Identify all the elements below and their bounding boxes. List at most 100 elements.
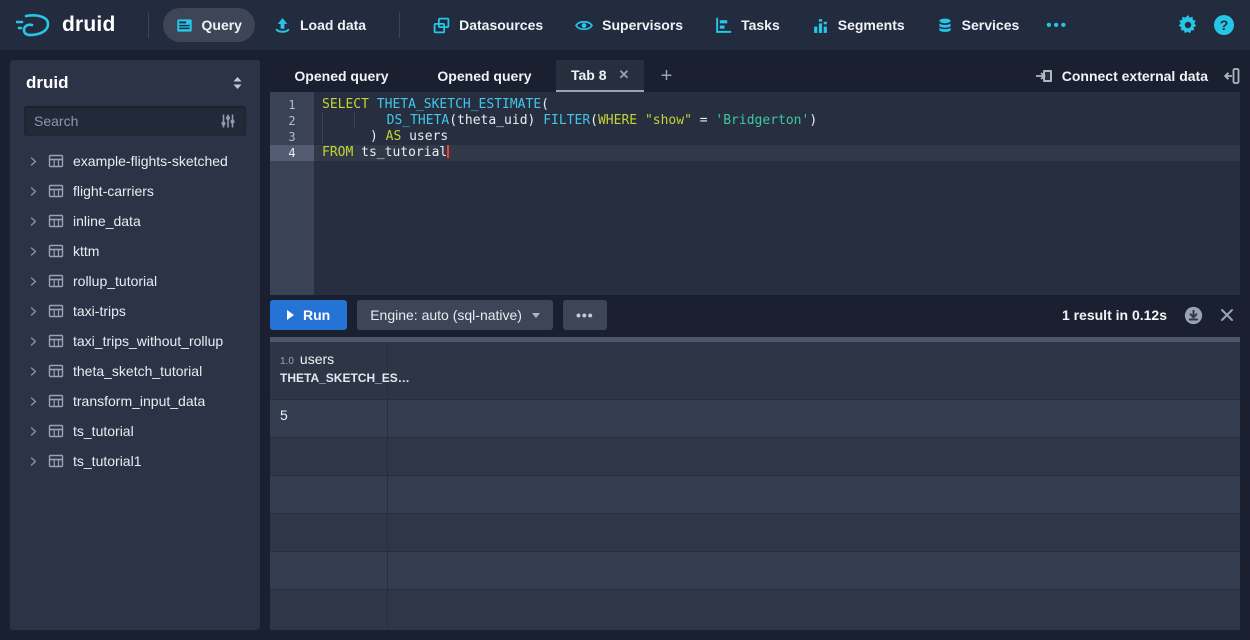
table-icon — [48, 183, 64, 199]
datasource-name: example-flights-sketched — [73, 153, 228, 169]
run-label: Run — [303, 307, 330, 323]
help-button[interactable]: ? — [1214, 15, 1234, 35]
line-number: 4 — [270, 145, 314, 161]
query-tab-bar: Opened queryOpened queryTab 8✕ + Connect… — [270, 60, 1240, 92]
nav-item-query[interactable]: Query — [163, 8, 255, 42]
result-cell-empty — [388, 590, 1240, 627]
result-cell-empty — [388, 552, 1240, 589]
result-row[interactable] — [270, 513, 1240, 551]
nav-item-tasks[interactable]: Tasks — [702, 8, 793, 42]
connect-external-data-button[interactable]: Connect external data — [1035, 68, 1208, 84]
table-icon — [48, 423, 64, 439]
nav-label: Segments — [838, 17, 905, 33]
tab-close-icon[interactable]: ✕ — [619, 67, 630, 83]
column-header-users[interactable]: 1.0 users THETA_SKETCH_ES… — [270, 342, 388, 399]
nav-label: Datasources — [459, 17, 543, 33]
nav-more-button[interactable]: ••• — [1038, 17, 1076, 34]
nav-label: Tasks — [741, 17, 780, 33]
results-body: 5 — [270, 399, 1240, 627]
engine-label: Engine: auto (sql-native) — [370, 307, 522, 323]
sidebar-item-transform_input_data[interactable]: transform_input_data — [10, 386, 260, 416]
tab-opened-query[interactable]: Opened query — [270, 60, 413, 92]
table-icon — [48, 243, 64, 259]
datasource-name: taxi-trips — [73, 303, 126, 319]
datasource-name: inline_data — [73, 213, 141, 229]
add-tab-button[interactable]: + — [644, 60, 688, 92]
double-caret-vertical-icon[interactable] — [231, 76, 244, 90]
sidebar-item-kttm[interactable]: kttm — [10, 236, 260, 266]
code-line[interactable]: FROM ts_tutorial — [314, 145, 1240, 161]
nav-item-datasources[interactable]: Datasources — [420, 8, 556, 42]
sidebar-item-flight-carriers[interactable]: flight-carriers — [10, 176, 260, 206]
engine-select-button[interactable]: Engine: auto (sql-native) — [357, 300, 553, 330]
sidebar-item-ts_tutorial1[interactable]: ts_tutorial1 — [10, 446, 260, 476]
code-line[interactable]: ) AS users — [314, 129, 1240, 145]
chevron-right-icon[interactable] — [28, 276, 39, 287]
result-cell-empty — [388, 438, 1240, 475]
datasource-name: ts_tutorial1 — [73, 453, 141, 469]
nav-item-supervisors[interactable]: Supervisors — [562, 8, 696, 42]
stack-icon — [433, 17, 450, 34]
result-cell-empty — [388, 514, 1240, 551]
sidebar-item-example-flights-sketched[interactable]: example-flights-sketched — [10, 146, 260, 176]
sidebar-item-ts_tutorial[interactable]: ts_tutorial — [10, 416, 260, 446]
result-row[interactable] — [270, 551, 1240, 589]
result-row[interactable] — [270, 437, 1240, 475]
result-cell: 5 — [270, 400, 388, 437]
chevron-right-icon[interactable] — [28, 216, 39, 227]
download-results-button[interactable] — [1184, 306, 1203, 325]
nav-item-load-data[interactable]: Load data — [261, 8, 379, 42]
column-type: THETA_SKETCH_ES… — [280, 371, 377, 385]
nav-item-services[interactable]: Services — [924, 8, 1033, 42]
nav-label: Load data — [300, 17, 366, 33]
query-more-button[interactable]: ••• — [563, 300, 607, 330]
tab-list: Opened queryOpened queryTab 8✕ — [270, 60, 644, 92]
chevron-right-icon[interactable] — [28, 426, 39, 437]
settings-gear-icon[interactable] — [1178, 15, 1198, 35]
result-row[interactable] — [270, 589, 1240, 627]
chevron-right-icon[interactable] — [28, 456, 39, 467]
chevron-right-icon[interactable] — [28, 306, 39, 317]
run-bar-right: 1 result in 0.12s — [1062, 306, 1240, 325]
chevron-right-icon[interactable] — [28, 336, 39, 347]
navbar-items: Query Load data Datasources — [163, 8, 1077, 42]
datasource-name: theta_sketch_tutorial — [73, 363, 202, 379]
tab-tab-8[interactable]: Tab 8✕ — [556, 60, 644, 92]
code-line[interactable]: SELECT THETA_SKETCH_ESTIMATE( — [314, 97, 1240, 113]
gantt-chart-icon — [715, 17, 732, 34]
tab-opened-query[interactable]: Opened query — [413, 60, 556, 92]
open-side-panel-button[interactable] — [1224, 67, 1240, 85]
sidebar-item-rollup_tutorial[interactable]: rollup_tutorial — [10, 266, 260, 296]
datasource-sidebar: druid example-flights-sketched flight-car… — [10, 60, 260, 630]
chevron-right-icon[interactable] — [28, 246, 39, 257]
chevron-right-icon[interactable] — [28, 186, 39, 197]
sidebar-item-inline_data[interactable]: inline_data — [10, 206, 260, 236]
close-results-button[interactable] — [1220, 308, 1234, 322]
chevron-right-icon[interactable] — [28, 396, 39, 407]
sidebar-item-taxi-trips[interactable]: taxi-trips — [10, 296, 260, 326]
datasource-name: ts_tutorial — [73, 423, 134, 439]
result-cell — [270, 590, 388, 627]
datasource-name: transform_input_data — [73, 393, 205, 409]
result-cell — [270, 552, 388, 589]
result-row[interactable]: 5 — [270, 399, 1240, 437]
sql-editor[interactable]: 1234 SELECT THETA_SKETCH_ESTIMATE( DS_TH… — [270, 92, 1240, 295]
chevron-right-icon[interactable] — [28, 156, 39, 167]
nav-item-segments[interactable]: Segments — [799, 8, 918, 42]
filter-sliders-icon[interactable] — [220, 113, 236, 129]
editor-code[interactable]: SELECT THETA_SKETCH_ESTIMATE( DS_THETA(t… — [314, 92, 1240, 295]
navbar-right: ? — [1178, 15, 1234, 35]
datasource-list: example-flights-sketched flight-carriers i… — [10, 146, 260, 476]
run-button[interactable]: Run — [270, 300, 347, 330]
result-row[interactable] — [270, 475, 1240, 513]
code-line[interactable]: DS_THETA(theta_uid) FILTER(WHERE "show" … — [314, 113, 1240, 129]
sidebar-item-theta_sketch_tutorial[interactable]: theta_sketch_tutorial — [10, 356, 260, 386]
druid-logo[interactable]: druid — [16, 12, 116, 38]
search-input[interactable] — [34, 113, 220, 129]
schema-title: druid — [26, 73, 69, 93]
table-icon — [48, 213, 64, 229]
panel-arrow-icon — [1224, 67, 1240, 85]
sidebar-item-taxi_trips_without_rollup[interactable]: taxi_trips_without_rollup — [10, 326, 260, 356]
chevron-right-icon[interactable] — [28, 366, 39, 377]
results-header: 1.0 users THETA_SKETCH_ES… — [270, 342, 1240, 399]
